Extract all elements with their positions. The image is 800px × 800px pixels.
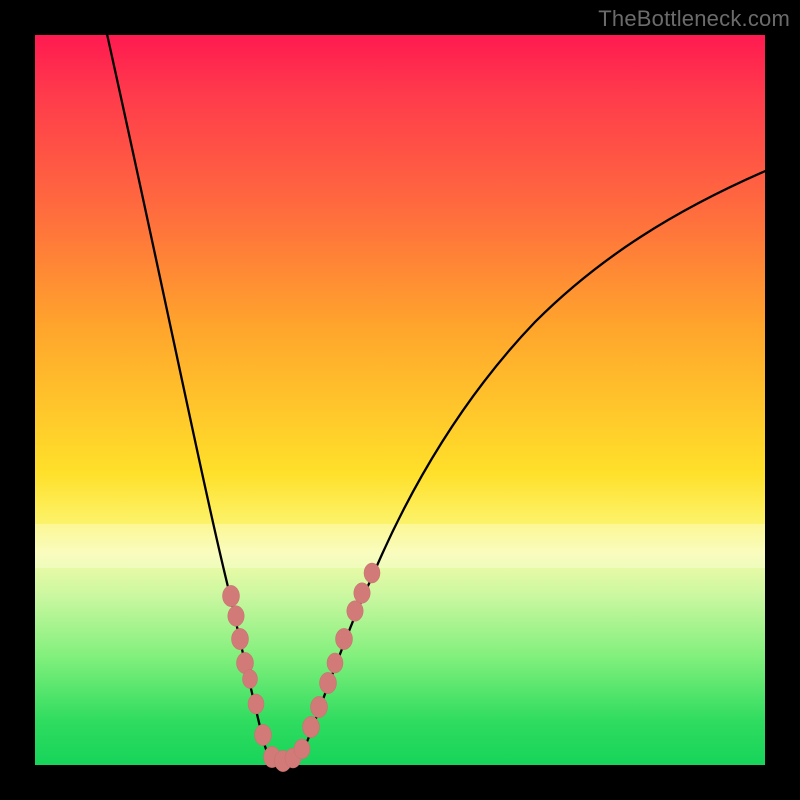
data-marker	[303, 716, 320, 737]
data-marker	[347, 601, 363, 622]
data-marker	[364, 563, 380, 583]
curve-right-branch	[281, 169, 770, 762]
data-marker	[228, 606, 244, 627]
data-marker	[320, 672, 337, 693]
data-marker	[255, 724, 272, 745]
data-marker	[311, 696, 328, 717]
chart-frame: TheBottleneck.com	[0, 0, 800, 800]
data-marker	[223, 585, 240, 606]
data-marker	[248, 694, 264, 714]
curve-left-branch	[105, 25, 281, 762]
data-marker	[243, 670, 258, 689]
marker-group	[223, 563, 381, 772]
data-marker	[294, 739, 310, 759]
data-marker	[232, 628, 249, 649]
watermark-text: TheBottleneck.com	[598, 6, 790, 32]
data-marker	[354, 583, 370, 604]
data-marker	[336, 628, 353, 649]
chart-svg	[35, 35, 765, 765]
data-marker	[327, 653, 343, 673]
